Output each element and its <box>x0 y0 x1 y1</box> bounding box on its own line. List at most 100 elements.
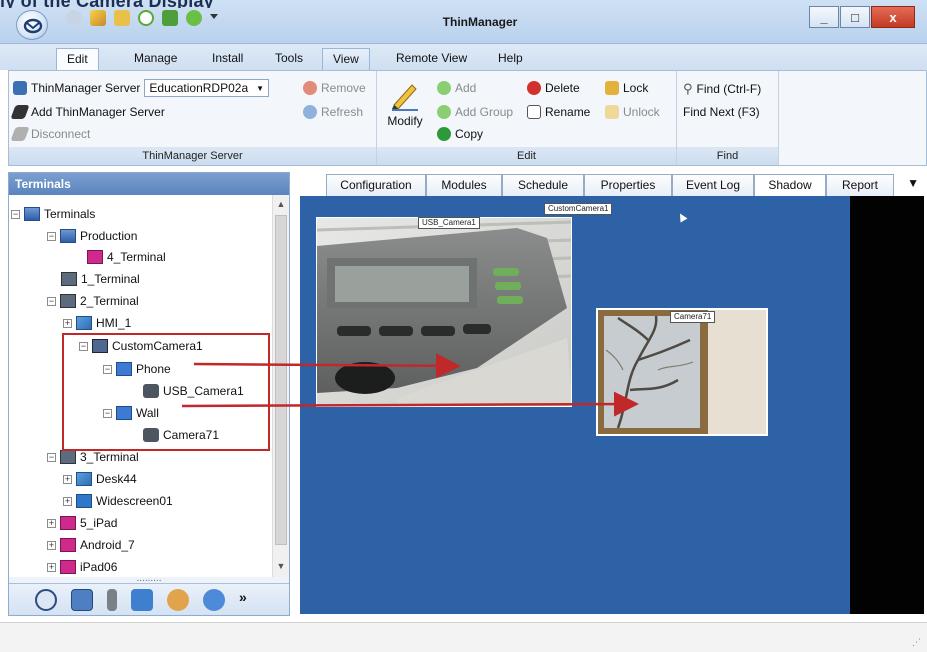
tab-manage[interactable]: Manage <box>124 48 187 70</box>
modify-button[interactable]: Modify <box>383 79 427 128</box>
server-combo[interactable]: EducationRDP02a ▼ <box>144 79 270 97</box>
thinmanager-tree-icon[interactable] <box>35 588 57 611</box>
server-group: ThinManager Server EducationRDP02a ▼ Remo… <box>9 71 377 165</box>
tab-dropdown-icon[interactable]: ▼ <box>907 176 919 190</box>
expand-icon[interactable]: + <box>63 318 72 328</box>
app-title: ThinManager <box>442 15 518 29</box>
collapse-icon[interactable]: − <box>11 209 20 219</box>
servers-tree-icon[interactable] <box>107 588 117 611</box>
add-button[interactable]: Add <box>437 81 476 95</box>
terminals-tree-icon[interactable] <box>71 588 93 611</box>
locations-tree-icon[interactable] <box>203 588 225 611</box>
terminal-icon <box>60 294 76 308</box>
disconnect-button[interactable]: Disconnect <box>10 127 90 141</box>
lock-button[interactable]: Lock <box>605 81 648 95</box>
folder-icon[interactable] <box>114 10 130 26</box>
tab-remote-view[interactable]: Remote View <box>386 48 477 70</box>
shadow-view[interactable]: CustomCamera1 USB_Camera1 Camera71 <box>300 196 924 614</box>
tree-label: Android_7 <box>80 538 135 552</box>
maximize-button[interactable]: □ <box>840 6 870 28</box>
delete-button[interactable]: Delete <box>527 81 580 95</box>
tab-edit[interactable]: Edit <box>56 48 99 70</box>
resize-grip-icon[interactable]: ⋰ <box>912 637 921 648</box>
add-group-label: Add Group <box>455 105 514 119</box>
collapse-icon[interactable]: − <box>47 452 56 462</box>
tree-node-2-terminal[interactable]: − 2_Terminal <box>47 291 139 311</box>
add-server-button[interactable]: Add ThinManager Server <box>10 105 165 119</box>
tree-node-widescreen01[interactable]: + Widescreen01 <box>63 491 173 511</box>
tree-node-4-terminal[interactable]: 4_Terminal <box>87 247 166 267</box>
tree-node-terminals[interactable]: − Terminals <box>11 204 95 224</box>
tab-install[interactable]: Install <box>202 48 253 70</box>
find-button[interactable]: ⚲ Find (Ctrl-F) <box>683 81 761 97</box>
expand-icon[interactable]: + <box>47 562 56 572</box>
tree-label: iPad06 <box>80 560 118 574</box>
collapse-icon[interactable]: − <box>47 231 56 241</box>
tab-shadow[interactable]: Shadow <box>754 174 826 197</box>
rename-icon <box>527 105 541 119</box>
find-button-label: Find (Ctrl-F) <box>696 82 762 96</box>
terminal-icon <box>60 450 76 464</box>
expand-icon[interactable]: + <box>63 474 72 484</box>
minimize-button[interactable]: _ <box>809 6 839 28</box>
tab-help[interactable]: Help <box>488 48 533 70</box>
tree-node-desk44[interactable]: + Desk44 <box>63 469 137 489</box>
tree-node-hmi-1[interactable]: + HMI_1 <box>63 313 131 333</box>
tab-schedule[interactable]: Schedule <box>502 174 584 196</box>
tree-node-1-terminal[interactable]: 1_Terminal <box>61 269 140 289</box>
remove-button-label: Remove <box>321 81 366 95</box>
scroll-up-icon[interactable]: ▲ <box>275 199 287 211</box>
rename-button[interactable]: Rename <box>527 105 590 119</box>
network-icon[interactable] <box>162 10 178 26</box>
app-menu-button[interactable] <box>16 10 48 40</box>
search-icon: ⚲ <box>683 81 693 96</box>
find-next-button[interactable]: Find Next (F3) <box>683 105 760 119</box>
tree-node-5-ipad[interactable]: + 5_iPad <box>47 513 117 533</box>
server-combo-value: EducationRDP02a <box>149 81 249 95</box>
scroll-thumb[interactable] <box>275 215 287 545</box>
expand-icon[interactable]: + <box>63 496 72 506</box>
tab-event-log[interactable]: Event Log <box>672 174 754 196</box>
content-tabstrip: Configuration Modules Schedule Propertie… <box>300 172 927 197</box>
remove-button[interactable]: Remove <box>303 81 366 95</box>
edit-pencil-icon[interactable] <box>90 10 106 26</box>
copy-button[interactable]: Copy <box>437 127 483 141</box>
expand-icon[interactable]: + <box>47 540 56 550</box>
tab-view[interactable]: View <box>322 48 370 70</box>
collapse-icon[interactable]: − <box>47 296 56 306</box>
tab-configuration[interactable]: Configuration <box>326 174 426 196</box>
edit-group-label: Edit <box>377 147 676 165</box>
scroll-down-icon[interactable]: ▼ <box>275 561 287 573</box>
tab-modules[interactable]: Modules <box>426 174 502 196</box>
tree-node-production[interactable]: − Production <box>47 226 137 246</box>
server-selector: ThinManager Server EducationRDP02a ▼ <box>13 79 270 97</box>
mouse-cursor-icon <box>676 211 688 223</box>
users-tree-icon[interactable] <box>167 588 189 611</box>
tree-label: 4_Terminal <box>107 250 166 264</box>
tree-label: Desk44 <box>96 472 137 486</box>
tab-tools[interactable]: Tools <box>265 48 313 70</box>
widescreen-icon <box>76 494 92 508</box>
terminal-icon <box>61 272 77 286</box>
settings-icon[interactable] <box>186 10 202 26</box>
tree-node-ipad06[interactable]: + iPad06 <box>47 557 117 577</box>
expand-icon[interactable]: + <box>47 518 56 528</box>
refresh-icon <box>303 105 317 119</box>
circle-icon[interactable] <box>138 10 154 26</box>
tab-properties[interactable]: Properties <box>584 174 672 196</box>
more-chevron-icon[interactable]: » <box>239 589 261 611</box>
display-servers-tree-icon[interactable] <box>131 588 153 611</box>
refresh-button[interactable]: Refresh <box>303 105 363 119</box>
close-button[interactable]: x <box>871 6 915 28</box>
edit-group: Modify Add Add Group Copy Delete Rename … <box>377 71 677 165</box>
modify-label: Modify <box>387 114 423 128</box>
title-bar: ly of the Camera Display ThinManager _ □… <box>0 0 927 44</box>
tree-node-android-7[interactable]: + Android_7 <box>47 535 135 555</box>
back-icon[interactable] <box>66 10 82 26</box>
qat-dropdown-icon[interactable] <box>210 14 218 22</box>
tree-scrollbar[interactable]: ▲ ▼ <box>272 195 289 577</box>
add-group-button[interactable]: Add Group <box>437 105 513 119</box>
tab-report[interactable]: Report <box>826 174 894 196</box>
add-server-icon <box>10 105 30 119</box>
unlock-button[interactable]: Unlock <box>605 105 660 119</box>
